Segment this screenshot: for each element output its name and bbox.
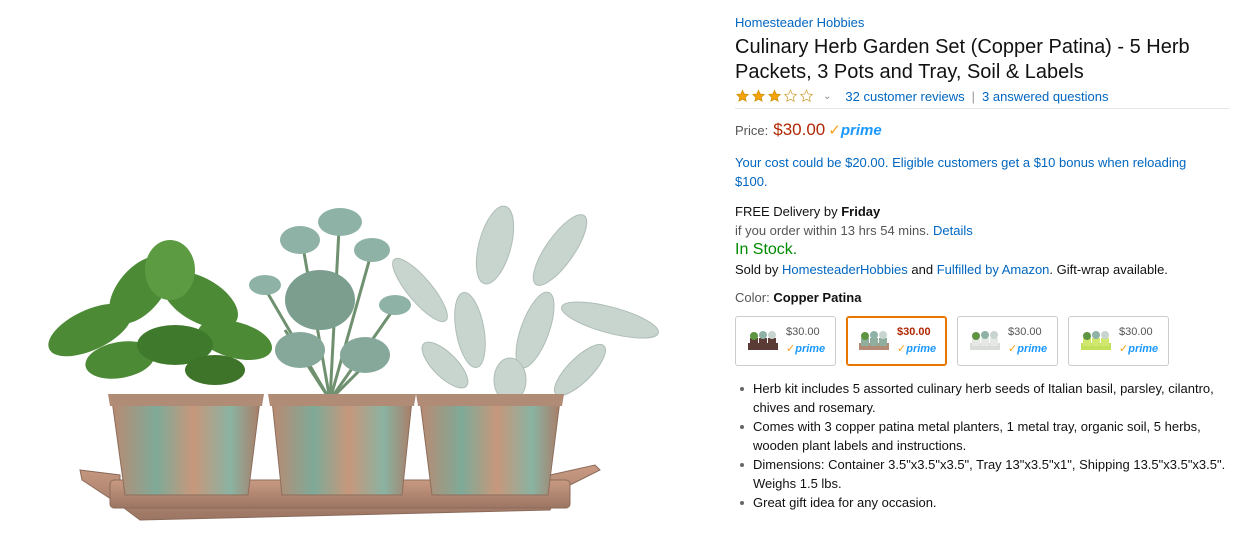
feature-bullet: Dimensions: Container 3.5"x3.5"x3.5", Tr… [735,455,1230,493]
swatch-price: $30.00 [786,326,820,338]
swatch-price: $30.00 [897,326,931,338]
swatch-prime-badge: ✓ prime [1119,341,1158,358]
swatch-prime-badge: ✓ prime [786,341,825,358]
and-text: and [911,262,934,277]
chevron-down-icon[interactable]: ⌄ [823,91,831,102]
prime-logo: prime [1128,343,1159,355]
color-swatch-option[interactable]: $30.00 ✓ prime [957,316,1058,366]
delivery-day: Friday [841,204,881,219]
customer-reviews-link[interactable]: 32 customer reviews [845,89,964,104]
prime-check-icon: ✓ [786,343,796,355]
free-delivery-text: FREE Delivery by [735,204,838,219]
rating-row: ⌄ 32 customer reviews | 3 answered quest… [735,86,1230,106]
price-row: Price: $30.00 ✓ prime [735,120,1230,140]
price-value: $30.00 [773,120,826,139]
prime-logo: prime [795,343,826,355]
star-empty-icon [800,89,813,102]
prime-check-icon: ✓ [1008,343,1018,355]
color-selector-label: Color: Copper Patina [735,289,1230,307]
product-image[interactable] [0,0,700,535]
stock-status: In Stock. [735,241,798,258]
product-title: Culinary Herb Garden Set (Copper Patina)… [735,36,1190,83]
sold-by-text: Sold by [735,262,779,277]
star-full-icon [768,89,781,102]
delivery-line: FREE Delivery by Friday [735,202,1230,221]
swatch-thumbnail [748,331,778,350]
color-swatches: $30.00 ✓ prime $30.00 ✓ prime $30.00 ✓ prim… [735,316,1230,366]
prime-check-icon: ✓ [897,343,907,355]
swatch-thumbnail [859,331,889,350]
herb-garden-photo [48,205,659,521]
color-swatch-option[interactable]: $30.00 ✓ prime [1068,316,1169,366]
divider [735,108,1230,109]
color-value: Copper Patina [773,290,862,305]
color-swatch-option[interactable]: $30.00 ✓ prime [735,316,836,366]
prime-badge: ✓ prime [828,121,882,140]
swatch-price: $30.00 [1119,326,1153,338]
prime-check-icon: ✓ [828,122,841,139]
feature-bullets: Herb kit includes 5 assorted culinary he… [735,379,1230,512]
star-full-icon [752,89,765,102]
order-within-text: if you order within 13 hrs 54 mins. [735,223,930,238]
color-swatch-option-selected[interactable]: $30.00 ✓ prime [846,316,947,366]
fulfilled-by-amazon-link[interactable]: Fulfilled by Amazon [937,262,1050,277]
seller-link[interactable]: HomesteaderHobbies [782,262,908,277]
swatch-price: $30.00 [1008,326,1042,338]
swatch-thumbnail [970,331,1000,350]
sold-by-line: Sold by HomesteaderHobbies and Fulfilled… [735,260,1230,279]
star-empty-icon [784,89,797,102]
delivery-block: FREE Delivery by Friday if you order wit… [735,202,1230,279]
feature-bullet: Great gift idea for any occasion. [735,493,1230,512]
prime-logo: prime [906,343,937,355]
color-label: Color: [735,290,770,305]
star-rating[interactable] [735,89,815,103]
answered-questions-link[interactable]: 3 answered questions [982,89,1108,104]
product-details: Homesteader Hobbies Culinary Herb Garden… [735,14,1230,512]
prime-logo: prime [1017,343,1048,355]
prime-logo: prime [840,121,882,139]
brand-link[interactable]: Homesteader Hobbies [735,14,864,32]
swatch-prime-badge: ✓ prime [897,341,936,358]
swatch-thumbnail [1081,331,1111,350]
gift-wrap-text: . Gift-wrap available. [1049,262,1168,277]
details-link[interactable]: Details [933,223,973,238]
prime-check-icon: ✓ [1119,343,1129,355]
reload-promo-link[interactable]: Your cost could be $20.00. Eligible cust… [735,153,1215,191]
swatch-prime-badge: ✓ prime [1008,341,1047,358]
star-full-icon [736,89,749,102]
feature-bullet: Herb kit includes 5 assorted culinary he… [735,379,1230,417]
price-label: Price: [735,122,769,138]
feature-bullet: Comes with 3 copper patina metal planter… [735,417,1230,455]
order-within-line: if you order within 13 hrs 54 mins. Deta… [735,221,1230,240]
separator: | [971,88,975,104]
